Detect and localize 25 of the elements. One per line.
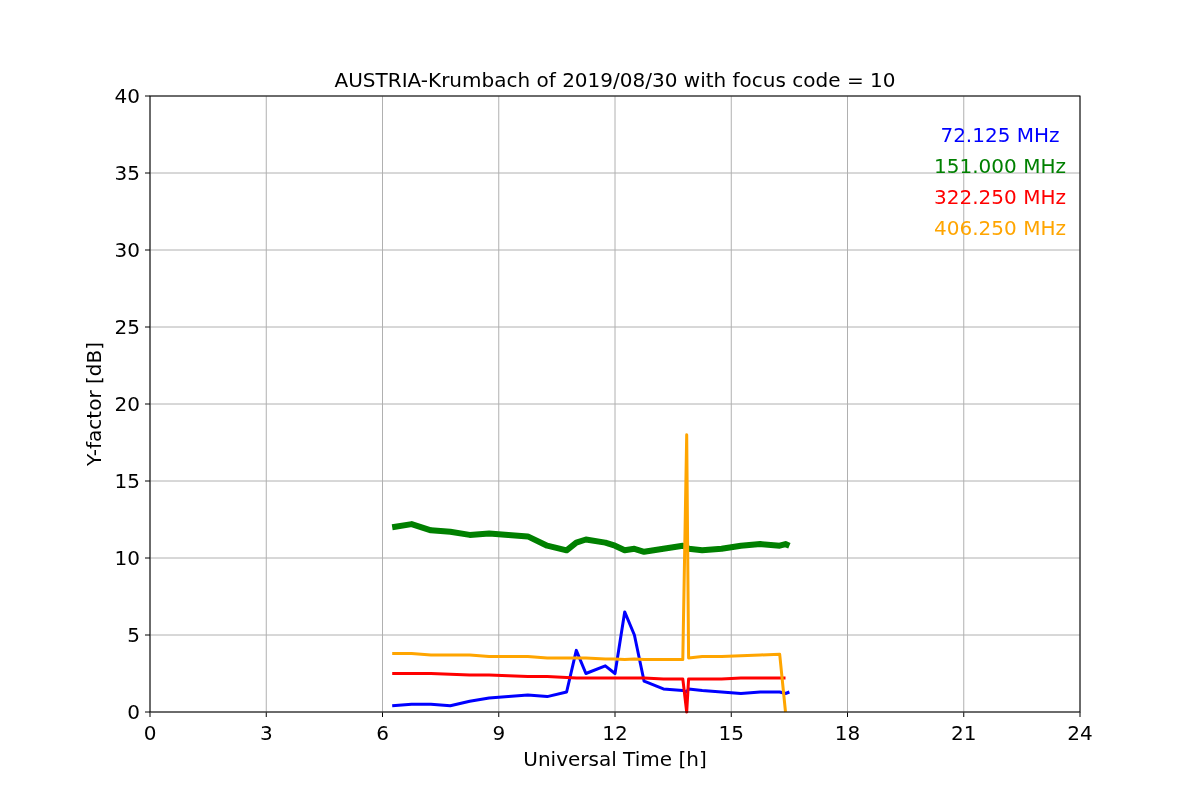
x-axis-label: Universal Time [h]: [523, 747, 707, 771]
tick-label: 0: [143, 721, 157, 745]
tick-label: 40: [114, 84, 140, 108]
tick-label: 12: [602, 721, 628, 745]
tick-label: 30: [114, 238, 140, 262]
tick-label: 10: [114, 546, 140, 570]
tick-label: 0: [127, 700, 140, 724]
tick-label: 20: [114, 392, 140, 416]
tick-label: 15: [114, 469, 140, 493]
y-axis-label: Y-factor [dB]: [82, 342, 106, 466]
legend-label: 322.250 MHz: [934, 185, 1066, 209]
tick-label: 15: [718, 721, 744, 745]
tick-label: 6: [376, 721, 389, 745]
tick-label: 18: [834, 721, 861, 745]
tick-label: 24: [1067, 721, 1093, 745]
tick-label: 35: [114, 161, 140, 185]
legend-label: 406.250 MHz: [934, 216, 1066, 240]
tick-label: 3: [259, 721, 273, 745]
chart-title: AUSTRIA-Krumbach of 2019/08/30 with focus code = 10: [334, 68, 896, 92]
tick-label: 25: [114, 315, 140, 339]
tick-label: 5: [127, 623, 140, 647]
legend-label: 72.125 MHz: [940, 123, 1060, 147]
tick-label: 21: [951, 721, 977, 745]
tick-label: 9: [492, 721, 506, 745]
legend-label: 151.000 MHz: [934, 154, 1066, 178]
